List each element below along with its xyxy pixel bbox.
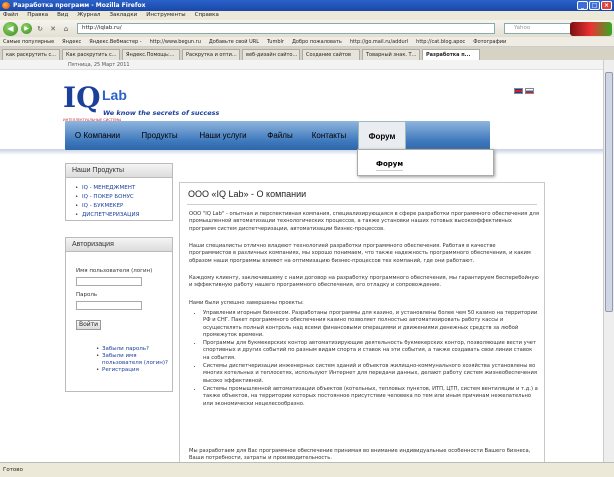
menu-bookmarks[interactable]: Закладки: [109, 11, 137, 20]
window-title: Разработка программ - Mozilla Firefox: [13, 2, 146, 9]
bookmark-item[interactable]: http://cat.blog.apoc: [416, 37, 465, 46]
menu-contacts[interactable]: Контакты: [303, 121, 355, 150]
products-box: Наши Продукты IQ - МЕНЕДЖМЕНТ IQ - ПОКЕР…: [65, 163, 173, 221]
browser-tab[interactable]: веб-дизайн сайто...: [242, 49, 300, 60]
browser-tab[interactable]: как раскрутить с...: [2, 49, 60, 60]
forward-icon[interactable]: ▶: [21, 23, 32, 34]
reload-icon[interactable]: ↻: [35, 24, 45, 34]
minimize-button[interactable]: _: [577, 1, 588, 10]
menu-services[interactable]: Наши услуги: [189, 121, 257, 150]
bookmark-item[interactable]: Самые популярные: [3, 37, 54, 46]
current-date: Пятница, 25 Март 2011: [68, 62, 130, 68]
menu-file[interactable]: Файл: [3, 11, 18, 20]
username-label: Имя пользователя (логин): [76, 268, 153, 274]
logo-iq-text: IQ: [63, 81, 101, 114]
status-text: Готово: [3, 467, 23, 473]
forgot-username-link[interactable]: Забыли имя пользователя (логин)?: [96, 353, 172, 367]
project-item: Программы для букмекерских контор автома…: [203, 340, 539, 362]
forgot-password-link[interactable]: Забыли пароль?: [96, 346, 172, 353]
project-item: Системы диспетчеризации инженерных систе…: [203, 363, 539, 385]
menu-about[interactable]: О Компании: [65, 121, 130, 150]
browser-tab[interactable]: Как раскрутить с...: [62, 49, 120, 60]
english-flag-icon[interactable]: [514, 88, 523, 94]
language-switcher: [514, 88, 534, 94]
product-link[interactable]: IQ - ПОКЕР БОНУС: [75, 193, 172, 202]
bookmark-item[interactable]: Яндекс: [62, 37, 81, 46]
maximize-button[interactable]: □: [589, 1, 600, 10]
menu-forum[interactable]: Форум: [358, 121, 406, 150]
stop-icon[interactable]: ✕: [48, 24, 58, 34]
products-title: Наши Продукты: [66, 164, 172, 178]
menu-edit[interactable]: Правка: [27, 11, 48, 20]
menu-help[interactable]: Справка: [195, 11, 219, 20]
browser-tab[interactable]: Раскрутка и опти...: [182, 49, 240, 60]
firefox-icon: [2, 2, 10, 9]
page-title: ООО «IQ Lab» - О компании: [188, 189, 307, 199]
window-titlebar: Разработка программ - Mozilla Firefox _ …: [0, 0, 614, 11]
auth-box: Авторизация Имя пользователя (логин) Пар…: [65, 237, 173, 392]
navigation-toolbar: ◀ ▶ ↻ ✕ ⌂ http://iqlab.ru/ Yahoo: [0, 20, 614, 37]
projects-list: Управления игорным бизнесом. Разработаны…: [189, 310, 539, 408]
browser-tab-active[interactable]: Разработка п...: [422, 49, 480, 60]
bookmark-item[interactable]: Tumblr: [267, 37, 284, 46]
bookmark-item[interactable]: http://go.mail.ru/addurl: [350, 37, 408, 46]
register-link[interactable]: Регистрация: [96, 367, 172, 374]
ladybug-theme-image: [570, 22, 612, 36]
password-input[interactable]: [76, 301, 142, 310]
menu-tools[interactable]: Инструменты: [146, 11, 185, 20]
closing-paragraph: Мы разработаем для Вас программное обесп…: [189, 448, 531, 462]
auth-links: Забыли пароль? Забыли имя пользователя (…: [80, 340, 172, 378]
address-bar[interactable]: http://iqlab.ru/: [77, 23, 495, 34]
product-link[interactable]: IQ - МЕНЕДЖМЕНТ: [75, 184, 172, 193]
window-controls: _ □ ×: [577, 1, 612, 10]
bookmarks-toolbar: Самые популярные Яндекс Яндекс.Вебмастер…: [0, 37, 614, 47]
project-item: Системы промышленной автоматизации объек…: [203, 386, 539, 408]
home-icon[interactable]: ⌂: [61, 24, 71, 34]
projects-list-wrapper: Управления игорным бизнесом. Разработаны…: [189, 310, 539, 409]
vertical-scrollbar[interactable]: [603, 60, 614, 462]
password-label: Пароль: [76, 292, 98, 298]
login-button[interactable]: Войти: [76, 320, 101, 330]
browser-tab[interactable]: Создание сайтов: [302, 49, 360, 60]
main-menu: О Компании Продукты Наши услуги Файлы Ко…: [65, 121, 490, 150]
close-button[interactable]: ×: [601, 1, 612, 10]
back-icon[interactable]: ◀: [3, 21, 18, 36]
menubar: Файл Правка Вид Журнал Закладки Инструме…: [0, 11, 614, 20]
intro-paragraph: ООО "IQ Lab" - опытная и перспективная к…: [189, 211, 539, 232]
bookmark-item[interactable]: Фотографии: [473, 37, 506, 46]
bookmark-item[interactable]: Добавьте свой URL: [209, 37, 259, 46]
scrollbar-thumb[interactable]: [605, 72, 613, 312]
menu-products[interactable]: Продукты: [132, 121, 187, 150]
username-input[interactable]: [76, 277, 142, 286]
menu-view[interactable]: Вид: [57, 11, 68, 20]
browser-tab[interactable]: Товарный знак. Т...: [362, 49, 420, 60]
paragraph-2: Наши специалисты отлично владеют техноло…: [189, 243, 531, 264]
menu-history[interactable]: Журнал: [77, 11, 100, 20]
menu-files[interactable]: Файлы: [259, 121, 301, 150]
status-bar: Готово: [0, 462, 614, 477]
russian-flag-icon[interactable]: [525, 88, 534, 94]
bookmark-item[interactable]: http://www.begun.ru: [150, 37, 201, 46]
logo-lab-text: Lab: [102, 87, 127, 103]
project-item: Управления игорным бизнесом. Разработаны…: [203, 310, 539, 339]
page-viewport: Пятница, 25 Март 2011 IQ Lab ИНТЕЛЛЕКТУА…: [0, 60, 603, 462]
site-slogan: We know the secrets of success: [103, 109, 220, 117]
date-bar: Пятница, 25 Март 2011: [0, 60, 603, 70]
forum-dropdown: Форум: [357, 149, 494, 176]
bookmark-item[interactable]: Яндекс.Вебмастер -: [89, 37, 141, 46]
bookmark-item[interactable]: Добро пожаловать: [292, 37, 342, 46]
product-link[interactable]: ДИСПЕТЧЕРИЗАЦИЯ: [75, 211, 172, 220]
products-list: IQ - МЕНЕДЖМЕНТ IQ - ПОКЕР БОНУС IQ - БУ…: [66, 178, 172, 224]
dropdown-forum-link[interactable]: Форум: [376, 160, 404, 171]
product-link[interactable]: IQ - БУКМЕКЕР: [75, 202, 172, 211]
tab-strip: как раскрутить с... Как раскрутить с... …: [0, 47, 614, 60]
paragraph-3: Каждому клиенту, заключившему с нами дог…: [189, 275, 539, 289]
browser-tab[interactable]: Яндекс.Помощь:...: [122, 49, 180, 60]
paragraph-4: Нами были успешно завершены проекты:: [189, 300, 304, 306]
title-divider: [187, 204, 537, 205]
auth-title: Авторизация: [66, 238, 172, 252]
main-content: ООО «IQ Lab» - О компании ООО "IQ Lab" -…: [179, 182, 545, 462]
